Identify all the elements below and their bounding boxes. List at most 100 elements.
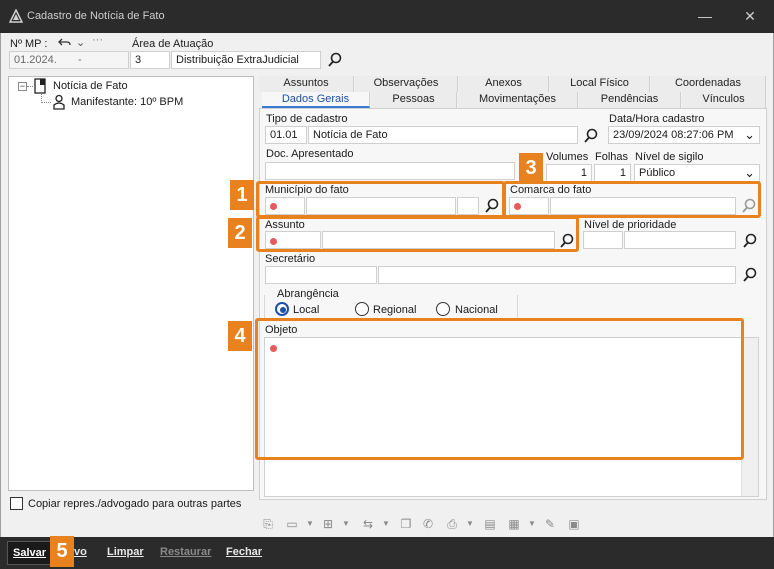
- dropdown-arrow-icon[interactable]: ▼: [524, 516, 540, 532]
- novo-button[interactable]: vo: [74, 546, 87, 558]
- close-icon[interactable]: ✕: [738, 6, 762, 26]
- volumes-label: Volumes: [546, 151, 589, 163]
- print-icon[interactable]: ⎙: [444, 516, 460, 532]
- area-code-input[interactable]: 3: [130, 51, 170, 69]
- comarca-name-input[interactable]: [550, 197, 736, 215]
- tipo-code-input[interactable]: 01.01: [265, 126, 307, 144]
- tree-panel: − Notícia de Fato Manifestante: 10º BPM: [8, 76, 254, 491]
- radio-regional[interactable]: [355, 302, 369, 316]
- secretario-name-input[interactable]: [378, 266, 736, 284]
- copiar-checkbox[interactable]: [10, 497, 23, 510]
- search-icon[interactable]: [483, 197, 501, 215]
- window-title: Cadastro de Notícia de Fato: [27, 10, 165, 22]
- radio-regional-label: Regional: [373, 304, 417, 316]
- search-icon[interactable]: [741, 266, 759, 284]
- save-button[interactable]: Salvar: [7, 541, 52, 565]
- mp-label: Nº MP :: [10, 38, 48, 50]
- required-indicator: [270, 238, 277, 245]
- copiar-label: Copiar repres./advogado para outras part…: [28, 498, 242, 510]
- title-bar: Cadastro de Notícia de Fato — ✕: [0, 0, 774, 33]
- search-icon[interactable]: [740, 197, 758, 215]
- search-icon[interactable]: [326, 51, 344, 69]
- person-icon: [52, 94, 66, 110]
- prioridade-label: Nível de prioridade: [584, 219, 677, 231]
- dropdown-arrow-icon[interactable]: ▼: [338, 516, 354, 532]
- tab-coordenadas[interactable]: Coordenadas: [651, 76, 766, 92]
- assunto-name-input[interactable]: [322, 231, 555, 249]
- mp-number-input[interactable]: 01.2024. -: [9, 51, 129, 69]
- volumes-input[interactable]: 1: [546, 164, 592, 182]
- tree-child-label[interactable]: Manifestante: 10º BPM: [71, 96, 183, 108]
- dropdown-arrow-icon[interactable]: ▼: [378, 516, 394, 532]
- tab-vinculos[interactable]: Vínculos: [682, 92, 766, 108]
- municipio-name-input[interactable]: [306, 197, 456, 215]
- required-indicator: [270, 203, 277, 210]
- tab-local-fisico[interactable]: Local Físico: [550, 76, 650, 92]
- area-name-input[interactable]: Distribuição ExtraJudicial: [171, 51, 321, 69]
- transfer-icon[interactable]: ⇆: [360, 516, 376, 532]
- restaurar-button[interactable]: Restaurar: [160, 546, 211, 558]
- tipo-label: Tipo de cadastro: [266, 113, 348, 125]
- phone-icon[interactable]: ✆: [420, 516, 436, 532]
- secretario-code-input[interactable]: [265, 266, 377, 284]
- doc-input[interactable]: [265, 162, 515, 180]
- tree-collapse-icon[interactable]: −: [18, 82, 27, 91]
- highlight-box-4: [255, 318, 744, 460]
- step-badge-5: 5: [50, 536, 74, 567]
- tipo-name-input[interactable]: Notícia de Fato: [308, 126, 578, 144]
- minimize-icon[interactable]: —: [693, 6, 717, 26]
- tree-root-label[interactable]: Notícia de Fato: [53, 80, 128, 92]
- abrangencia-label: Abrangência: [276, 288, 340, 300]
- search-icon[interactable]: [741, 232, 759, 250]
- folder-icon[interactable]: ▭: [284, 516, 300, 532]
- comarca-label: Comarca do fato: [510, 184, 592, 196]
- fechar-button[interactable]: Fechar: [226, 546, 262, 558]
- prioridade-code-input[interactable]: [583, 231, 623, 249]
- chevron-down-icon[interactable]: ⌄: [744, 165, 755, 181]
- add-document-icon[interactable]: ⎘: [260, 516, 276, 532]
- copy-icon[interactable]: ❐: [398, 516, 414, 532]
- dropdown-arrow-icon[interactable]: ▼: [462, 516, 478, 532]
- radio-local-label: Local: [293, 304, 320, 316]
- folhas-input[interactable]: 1: [594, 164, 631, 182]
- tab-observacoes[interactable]: Observações: [355, 76, 458, 92]
- municipio-uf-input[interactable]: [457, 197, 479, 215]
- sigilo-value: Público: [639, 167, 676, 179]
- sigilo-label: Nível de sigilo: [635, 151, 704, 163]
- hierarchy-icon[interactable]: ⊞: [320, 516, 336, 532]
- secretario-label: Secretário: [265, 253, 316, 265]
- search-icon[interactable]: [558, 232, 576, 250]
- data-label: Data/Hora cadastro: [609, 113, 705, 125]
- step-badge-4: 4: [228, 321, 252, 351]
- more-icon[interactable]: ···: [92, 34, 103, 46]
- undo-icon[interactable]: [58, 35, 72, 49]
- tab-dados-gerais[interactable]: Dados Gerais: [262, 92, 370, 108]
- dropdown-arrow-icon[interactable]: ▼: [302, 516, 318, 532]
- radio-nacional[interactable]: [436, 302, 450, 316]
- sigilo-select[interactable]: Público ⌄: [634, 164, 760, 182]
- data-input[interactable]: 23/09/2024 08:27:06 PM ⌄: [608, 126, 760, 144]
- mp-number-prefix: 01.2024.: [14, 54, 57, 66]
- radio-local[interactable]: [275, 302, 289, 316]
- tab-pessoas[interactable]: Pessoas: [371, 92, 457, 108]
- step-badge-3: 3: [519, 153, 543, 183]
- chevron-down-icon[interactable]: ⌄: [76, 36, 85, 49]
- document-icon: [32, 78, 48, 94]
- tab-anexos[interactable]: Anexos: [459, 76, 549, 92]
- limpar-button[interactable]: Limpar: [107, 546, 144, 558]
- app-logo-icon: [8, 8, 24, 23]
- assunto-label: Assunto: [265, 219, 305, 231]
- calendar-icon[interactable]: ▦: [506, 516, 522, 532]
- bottom-action-bar: Salvar vo Limpar Restaurar Fechar: [0, 537, 774, 569]
- note-icon[interactable]: ✎: [542, 516, 558, 532]
- tab-pendencias[interactable]: Pendências: [579, 92, 681, 108]
- printer-icon[interactable]: ▤: [482, 516, 498, 532]
- step-badge-2: 2: [228, 218, 252, 248]
- image-icon[interactable]: ▣: [566, 516, 582, 532]
- tab-movimentacoes[interactable]: Movimentações: [458, 92, 578, 108]
- tab-assuntos[interactable]: Assuntos: [259, 76, 354, 92]
- required-indicator: [514, 203, 521, 210]
- search-icon[interactable]: [582, 127, 600, 145]
- prioridade-name-input[interactable]: [624, 231, 736, 249]
- chevron-down-icon[interactable]: ⌄: [744, 127, 755, 143]
